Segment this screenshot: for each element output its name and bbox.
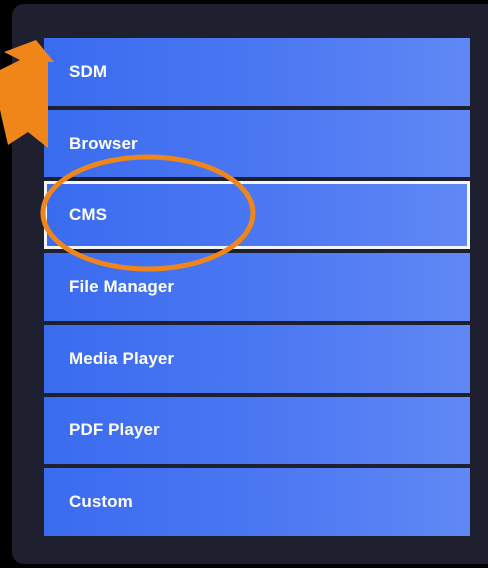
menu-item-label: File Manager <box>69 276 175 296</box>
menu-item-label: Browser <box>69 133 138 153</box>
menu-item-label: Custom <box>69 492 133 512</box>
menu-item-custom[interactable]: Custom <box>44 468 470 536</box>
menu-item-browser[interactable]: Browser <box>44 109 470 178</box>
menu-item-file-manager[interactable]: File Manager <box>44 253 470 321</box>
menu-item-pdf-player[interactable]: PDF Player <box>44 396 470 465</box>
menu-item-sdm[interactable]: SDM <box>44 38 470 106</box>
menu-item-label: PDF Player <box>69 420 160 440</box>
menu-item-label: Media Player <box>69 348 175 368</box>
screen: SDM Browser CMS File Manager Media Playe… <box>0 0 488 568</box>
app-menu: SDM Browser CMS File Manager Media Playe… <box>44 38 470 536</box>
menu-item-label: SDM <box>69 61 108 81</box>
menu-item-label: CMS <box>69 205 108 225</box>
menu-item-media-player[interactable]: Media Player <box>44 324 470 393</box>
menu-item-cms[interactable]: CMS <box>44 181 470 250</box>
